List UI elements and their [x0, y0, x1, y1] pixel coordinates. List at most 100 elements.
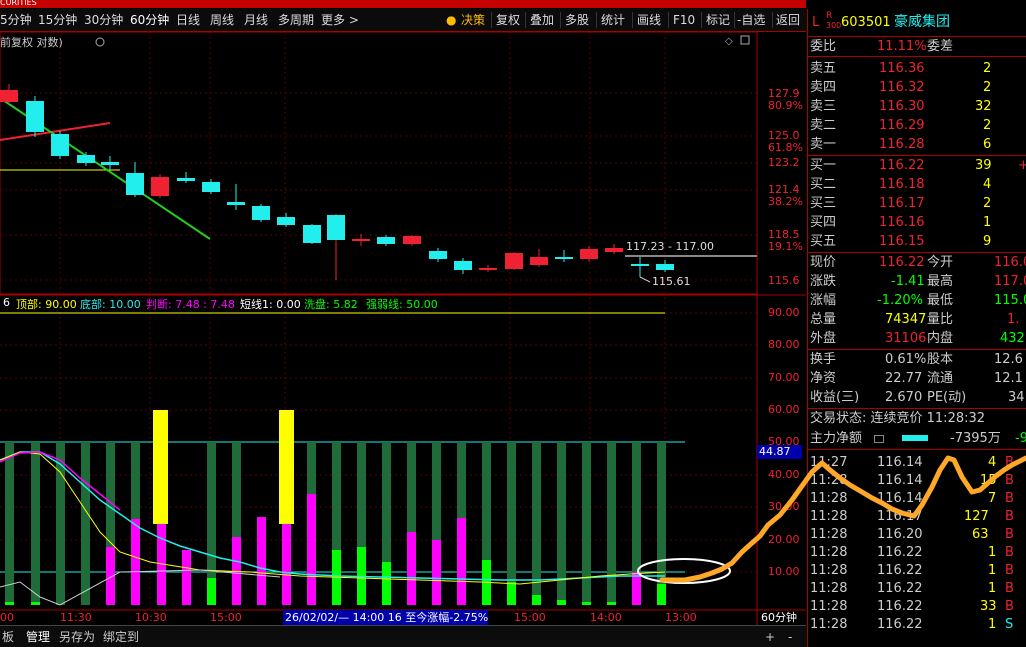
divider: [808, 56, 1026, 57]
quote-value: 31106: [885, 331, 927, 346]
tick-time: 11:28: [810, 599, 848, 614]
fuquan-button[interactable]: 复权: [496, 12, 520, 28]
zoom-out-button[interactable]: -: [788, 629, 792, 645]
period-month[interactable]: 月线: [244, 12, 268, 28]
period-week[interactable]: 周线: [210, 12, 234, 28]
tick-row: 11:28 116.17 127 B: [808, 507, 1026, 526]
save-as-tab[interactable]: 另存为: [59, 629, 95, 645]
stats-button[interactable]: 统计: [601, 12, 625, 28]
quote-label: 涨跌: [810, 274, 837, 289]
indicator-tick: 80.00: [768, 338, 800, 351]
trade-state-row: 交易状态: 连续竞价 11:28:32: [808, 409, 1026, 428]
stats-label: 流通: [927, 371, 954, 386]
trade-state: 交易状态: 连续竞价 11:28:32: [810, 411, 986, 426]
period-60min[interactable]: 60分钟: [130, 12, 169, 28]
price-tick-pct: 38.2%: [768, 195, 803, 208]
ask-row[interactable]: 卖二 116.29 2: [808, 116, 1026, 135]
bid-row[interactable]: 买四 116.16 1: [808, 213, 1026, 232]
divider: [560, 12, 561, 28]
board-tab[interactable]: 板: [2, 629, 14, 645]
draw-line-button[interactable]: 画线: [637, 12, 661, 28]
manage-tab[interactable]: 管理: [26, 629, 50, 645]
tick-direction: B: [1005, 509, 1014, 524]
ask-volume: 6: [983, 137, 992, 152]
main-flow-extra: -9: [1015, 431, 1026, 446]
weibi-value: 11.11%: [877, 39, 927, 54]
quote-row: 外盘 31106 内盘 432: [808, 329, 1026, 348]
time-label: 15:00: [210, 611, 242, 624]
tick-volume: 1: [988, 617, 997, 632]
quote-label: 现价: [810, 255, 837, 270]
overlay-button[interactable]: 叠加: [530, 12, 554, 28]
stock-header: L R 300 603501 豪威集团: [808, 11, 1026, 32]
bid-row[interactable]: 买一 116.22 39 +: [808, 156, 1026, 175]
decision-button[interactable]: 决策: [461, 12, 485, 28]
bulb-icon[interactable]: ●: [446, 12, 456, 28]
main-flow-row: 主力净额 -7395万 -9: [808, 429, 1026, 448]
indicator-tick: 70.00: [768, 371, 800, 384]
maximize-icon[interactable]: [740, 35, 750, 45]
period-5min[interactable]: 5分钟: [0, 12, 32, 28]
tick-direction: B: [1005, 545, 1014, 560]
period-15min[interactable]: 15分钟: [38, 12, 77, 28]
diamond-icon[interactable]: ◇: [725, 36, 733, 47]
divider: [772, 12, 773, 28]
time-label: 10:30: [135, 611, 167, 624]
tick-direction: B: [1005, 527, 1014, 542]
tick-row: 11:27 116.14 4 B: [808, 453, 1026, 472]
bid-price: 116.15: [879, 234, 925, 249]
main-flow-label: 主力净额: [810, 431, 863, 446]
chevron-down-icon[interactable]: [95, 37, 105, 47]
bid-volume: 4: [983, 177, 992, 192]
tick-time: 11:28: [810, 473, 848, 488]
zoom-in-button[interactable]: +: [765, 629, 775, 645]
ask-row[interactable]: 卖五 116.36 2: [808, 59, 1026, 78]
stats-row: 换手 0.61% 股本 12.6: [808, 350, 1026, 369]
f10-button[interactable]: F10: [673, 12, 695, 28]
bid-label: 买五: [810, 234, 837, 249]
chart-canvas[interactable]: ◇: [0, 32, 806, 625]
quote-value: 1.: [1007, 312, 1020, 327]
mark-button[interactable]: 标记: [706, 12, 730, 28]
indicator-tick: 40.00: [768, 468, 800, 481]
divider: [734, 12, 735, 28]
period-30min[interactable]: 30分钟: [84, 12, 123, 28]
add-watchlist-button[interactable]: -自选: [737, 12, 765, 28]
indicator-top: 顶部: 90.00: [16, 298, 77, 311]
ask-price: 116.32: [879, 80, 925, 95]
stock-code: 603501: [841, 15, 891, 30]
tick-time: 11:28: [810, 545, 848, 560]
tick-row: 11:28 116.20 63 B: [808, 525, 1026, 544]
bid-row[interactable]: 买二 116.18 4: [808, 175, 1026, 194]
stats-row: 收益(三) 2.670 PE(动) 34: [808, 388, 1026, 407]
multi-stock-button[interactable]: 多股: [565, 12, 589, 28]
period-more[interactable]: 更多 >: [321, 12, 359, 28]
chart-area: ◇ 前复权 对数) 127.9 80.9% 125.0 61.8% 123.2 …: [0, 32, 806, 647]
stats-value: 12.6: [994, 352, 1023, 367]
ask-row[interactable]: 卖一 116.28 6: [808, 135, 1026, 154]
indicator-short: 短线1: 0.00: [240, 298, 301, 311]
expand-icon[interactable]: [874, 435, 884, 443]
tick-price: 116.22: [877, 581, 923, 596]
tick-time: 11:27: [810, 455, 848, 470]
ask-row[interactable]: 卖四 116.32 2: [808, 78, 1026, 97]
time-label: 13:00: [665, 611, 697, 624]
tick-time: 11:28: [810, 563, 848, 578]
period-day[interactable]: 日线: [176, 12, 200, 28]
tick-time: 11:28: [810, 527, 848, 542]
indicator-current-value: 44.87: [759, 445, 791, 458]
bid-row[interactable]: 买五 116.15 9: [808, 232, 1026, 251]
bid-volume: 39: [975, 158, 992, 173]
stats-value: 12.1: [994, 371, 1023, 386]
tick-price: 116.22: [877, 545, 923, 560]
back-button[interactable]: 返回: [776, 12, 800, 28]
period-multi[interactable]: 多周期: [278, 12, 314, 28]
bind-to-tab[interactable]: 绑定到: [103, 629, 139, 645]
stats-value: 22.77: [885, 371, 923, 386]
tick-time: 11:28: [810, 617, 848, 632]
ask-price: 116.36: [879, 61, 925, 76]
bid-row[interactable]: 买三 116.17 2: [808, 194, 1026, 213]
ask-row[interactable]: 卖三 116.30 32: [808, 97, 1026, 116]
tick-volume: 1: [988, 563, 997, 578]
bid-label: 买一: [810, 158, 837, 173]
